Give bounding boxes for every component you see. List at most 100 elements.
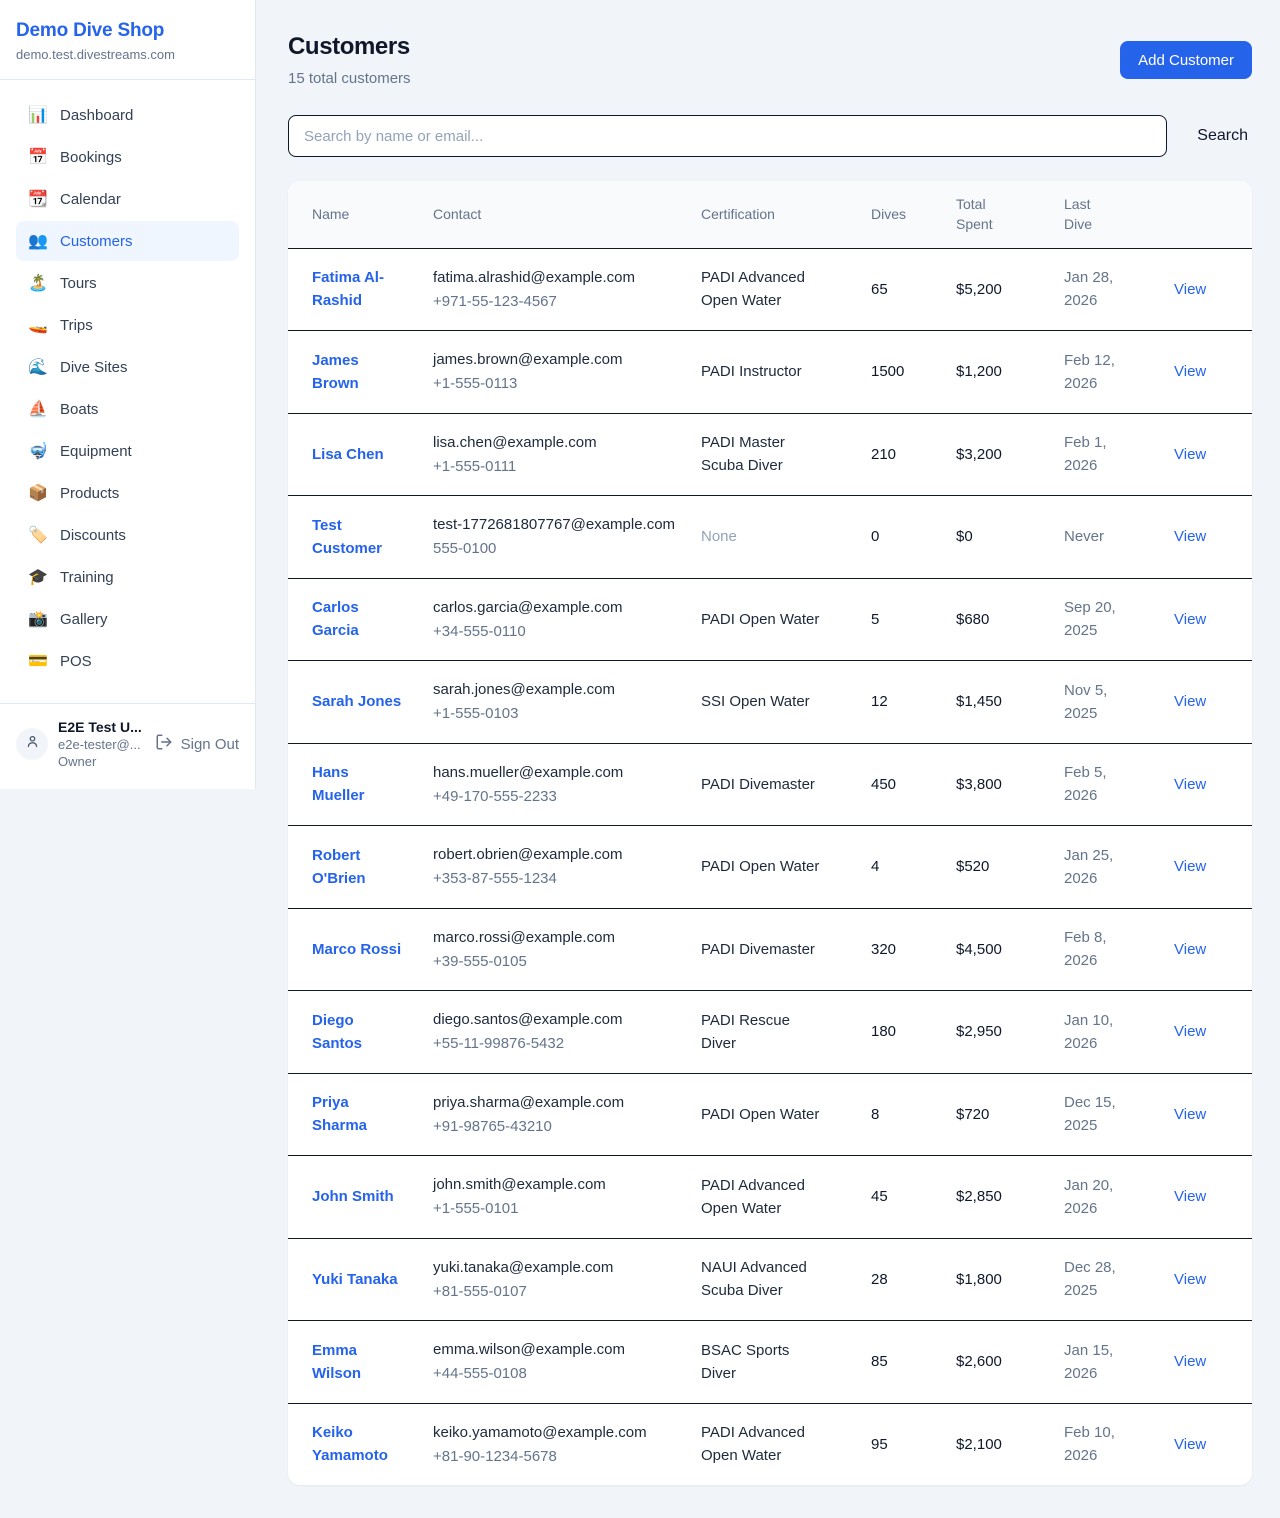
sidebar-item-pos[interactable]: 💳 POS (16, 641, 239, 681)
customer-dives: 28 (871, 1238, 956, 1321)
view-link[interactable]: View (1174, 1106, 1206, 1123)
view-link[interactable]: View (1174, 528, 1206, 545)
customer-email: fatima.alrashid@example.com (433, 266, 685, 289)
sidebar-item-trips[interactable]: 🚤 Trips (16, 305, 239, 345)
customer-email: priya.sharma@example.com (433, 1091, 685, 1114)
sign-out-button[interactable]: Sign Out (155, 733, 239, 755)
user-info: E2E Test U... e2e-tester@... Owner (58, 719, 145, 769)
sidebar-item-tours[interactable]: 🏝️ Tours (16, 263, 239, 303)
customer-name-link[interactable]: Yuki Tanaka (312, 1268, 398, 1291)
customer-last-dive: Sep 20, 2025 (1064, 596, 1122, 643)
customer-phone: +81-90-1234-5678 (433, 1445, 685, 1468)
customer-name-link[interactable]: Diego Santos (312, 1009, 404, 1056)
calendar-icon: 📆 (28, 189, 48, 209)
table-row: Diego Santos diego.santos@example.com +5… (288, 991, 1252, 1074)
sidebar-item-dashboard[interactable]: 📊 Dashboard (16, 95, 239, 135)
table-row: John Smith john.smith@example.com +1-555… (288, 1156, 1252, 1239)
customer-email: test-1772681807767@example.com (433, 513, 685, 536)
customer-email: james.brown@example.com (433, 348, 685, 371)
customer-certification: PADI Rescue Diver (701, 1009, 827, 1056)
customer-phone: +1-555-0101 (433, 1197, 685, 1220)
customer-email: sarah.jones@example.com (433, 678, 685, 701)
customer-phone: +1-555-0113 (433, 372, 685, 395)
customer-certification: NAUI Advanced Scuba Diver (701, 1256, 827, 1303)
view-link[interactable]: View (1174, 1271, 1206, 1288)
sidebar-item-gallery[interactable]: 📸 Gallery (16, 599, 239, 639)
customer-dives: 4 (871, 826, 956, 909)
view-link[interactable]: View (1174, 281, 1206, 298)
view-link[interactable]: View (1174, 776, 1206, 793)
customer-last-dive: Jan 15, 2026 (1064, 1339, 1122, 1386)
table-row: James Brown james.brown@example.com +1-5… (288, 331, 1252, 414)
customer-dives: 65 (871, 248, 956, 331)
view-link[interactable]: View (1174, 611, 1206, 628)
view-link[interactable]: View (1174, 1023, 1206, 1040)
search-input[interactable] (288, 115, 1167, 157)
customer-dives: 85 (871, 1321, 956, 1404)
view-link[interactable]: View (1174, 1188, 1206, 1205)
sidebar-item-boats[interactable]: ⛵ Boats (16, 389, 239, 429)
view-link[interactable]: View (1174, 446, 1206, 463)
customer-certification: PADI Divemaster (701, 773, 815, 796)
customer-name-link[interactable]: Robert O'Brien (312, 844, 404, 891)
gallery-icon: 📸 (28, 609, 48, 629)
customer-name-link[interactable]: Keiko Yamamoto (312, 1421, 404, 1468)
page-header-text: Customers 15 total customers (288, 33, 411, 87)
sign-out-icon (155, 733, 173, 755)
customer-last-dive: Feb 5, 2026 (1064, 761, 1122, 808)
customer-last-dive: Jan 28, 2026 (1064, 266, 1122, 313)
view-link[interactable]: View (1174, 693, 1206, 710)
customer-certification: BSAC Sports Diver (701, 1339, 827, 1386)
customer-dives: 450 (871, 743, 956, 826)
table-header-row: Name Contact Certification Dives Total S… (288, 181, 1252, 248)
sidebar-item-equipment[interactable]: 🤿 Equipment (16, 431, 239, 471)
customer-last-dive: Dec 28, 2025 (1064, 1256, 1122, 1303)
customer-total-spent: $1,450 (956, 661, 1064, 744)
customer-name-link[interactable]: Sarah Jones (312, 690, 401, 713)
customer-name-link[interactable]: Marco Rossi (312, 938, 401, 961)
customer-name-link[interactable]: Lisa Chen (312, 443, 384, 466)
customer-name-link[interactable]: Emma Wilson (312, 1339, 404, 1386)
customer-total-spent: $1,200 (956, 331, 1064, 414)
sidebar: Demo Dive Shop demo.test.divestreams.com… (0, 0, 256, 789)
sidebar-item-training[interactable]: 🎓 Training (16, 557, 239, 597)
customer-dives: 45 (871, 1156, 956, 1239)
customer-name-link[interactable]: Test Customer (312, 514, 404, 561)
sidebar-item-dive-sites[interactable]: 🌊 Dive Sites (16, 347, 239, 387)
view-link[interactable]: View (1174, 1436, 1206, 1453)
customer-dives: 320 (871, 908, 956, 991)
customer-last-dive: Jan 25, 2026 (1064, 844, 1122, 891)
customer-last-dive: Jan 10, 2026 (1064, 1009, 1122, 1056)
customer-name-link[interactable]: Carlos Garcia (312, 596, 404, 643)
customers-table-card: Name Contact Certification Dives Total S… (288, 181, 1252, 1485)
search-row: Search (288, 115, 1252, 157)
customer-total-spent: $520 (956, 826, 1064, 909)
customer-name-link[interactable]: Priya Sharma (312, 1091, 404, 1138)
customer-phone: +39-555-0105 (433, 950, 685, 973)
view-link[interactable]: View (1174, 858, 1206, 875)
sidebar-item-bookings[interactable]: 📅 Bookings (16, 137, 239, 177)
customer-certification: PADI Master Scuba Diver (701, 431, 827, 478)
add-customer-button[interactable]: Add Customer (1120, 41, 1252, 79)
customer-name-link[interactable]: John Smith (312, 1185, 394, 1208)
view-link[interactable]: View (1174, 941, 1206, 958)
page-title: Customers (288, 33, 411, 61)
customer-name-link[interactable]: Fatima Al-Rashid (312, 266, 404, 313)
customer-total-spent: $2,600 (956, 1321, 1064, 1404)
customer-certification: PADI Open Water (701, 608, 819, 631)
customer-email: hans.mueller@example.com (433, 761, 685, 784)
shop-domain: demo.test.divestreams.com (16, 47, 239, 62)
trips-icon: 🚤 (28, 315, 48, 335)
customer-total-spent: $1,800 (956, 1238, 1064, 1321)
customer-name-link[interactable]: James Brown (312, 349, 404, 396)
sidebar-item-customers[interactable]: 👥 Customers (16, 221, 239, 261)
search-button[interactable]: Search (1193, 127, 1252, 145)
customer-name-link[interactable]: Hans Mueller (312, 761, 404, 808)
sidebar-item-discounts[interactable]: 🏷️ Discounts (16, 515, 239, 555)
sidebar-item-products[interactable]: 📦 Products (16, 473, 239, 513)
view-link[interactable]: View (1174, 363, 1206, 380)
view-link[interactable]: View (1174, 1353, 1206, 1370)
customer-dives: 0 (871, 496, 956, 579)
sidebar-item-calendar[interactable]: 📆 Calendar (16, 179, 239, 219)
table-row: Marco Rossi marco.rossi@example.com +39-… (288, 908, 1252, 991)
